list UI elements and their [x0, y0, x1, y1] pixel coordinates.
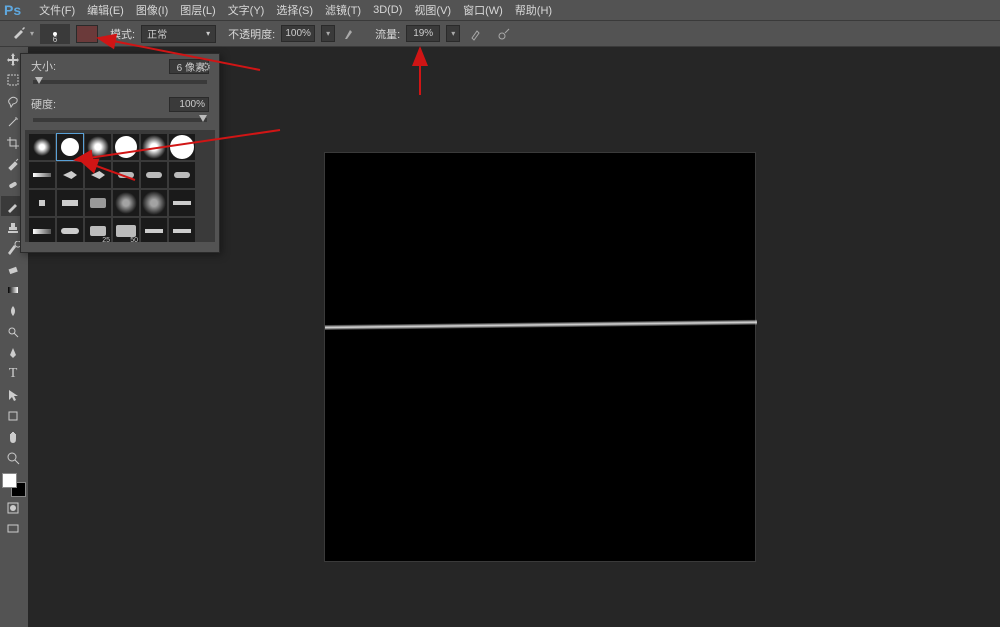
tool-path-select[interactable]: [1, 385, 25, 405]
brush-preset[interactable]: [169, 162, 195, 188]
brush-preset[interactable]: [57, 190, 83, 216]
brush-preset[interactable]: [141, 218, 167, 242]
hardness-slider[interactable]: [33, 118, 207, 122]
brush-preset[interactable]: [169, 218, 195, 242]
brush-preset[interactable]: 50: [113, 218, 139, 242]
brush-icon: [12, 25, 26, 42]
brush-preset[interactable]: [141, 162, 167, 188]
hardness-input[interactable]: 100%: [169, 97, 209, 112]
brush-preset[interactable]: [85, 134, 111, 160]
brush-preset[interactable]: [113, 190, 139, 216]
menu-view[interactable]: 视图(V): [414, 2, 451, 18]
size-label: 大小:: [31, 58, 56, 74]
gear-icon[interactable]: ⚙: [200, 60, 211, 74]
airbrush-icon[interactable]: [466, 25, 488, 43]
tool-type[interactable]: T: [1, 364, 25, 384]
tool-blur[interactable]: [1, 301, 25, 321]
canvas[interactable]: [324, 152, 756, 562]
brush-preset-panel: ⚙ 大小: 6 像素 硬度: 100% 25 50: [20, 53, 220, 253]
brush-preset[interactable]: [29, 134, 55, 160]
brush-preset[interactable]: [29, 190, 55, 216]
flow-dropdown[interactable]: ▾: [446, 25, 460, 42]
tool-pen[interactable]: [1, 343, 25, 363]
menu-image[interactable]: 图像(I): [136, 2, 168, 18]
brush-preset[interactable]: [29, 162, 55, 188]
menu-select[interactable]: 选择(S): [276, 2, 313, 18]
brush-preset[interactable]: [141, 134, 167, 160]
menu-edit[interactable]: 编辑(E): [87, 2, 124, 18]
opacity-value[interactable]: 100%: [281, 25, 315, 42]
menu-window[interactable]: 窗口(W): [463, 2, 503, 18]
screenmode-toggle[interactable]: [1, 519, 25, 539]
options-bar: ▾ 6 模式: 正常▾ 不透明度: 100% ▾ 流量: 19% ▾: [0, 20, 1000, 47]
brush-preset[interactable]: [169, 134, 195, 160]
pressure-size-icon[interactable]: [494, 25, 516, 43]
brush-preset[interactable]: [57, 218, 83, 242]
opacity-label: 不透明度:: [228, 26, 275, 42]
brush-preset[interactable]: [29, 218, 55, 242]
quickmask-toggle[interactable]: [1, 498, 25, 518]
menu-type[interactable]: 文字(Y): [228, 2, 265, 18]
opacity-dropdown[interactable]: ▾: [321, 25, 335, 42]
brush-preset[interactable]: [113, 134, 139, 160]
foreground-color-swatch[interactable]: [2, 473, 17, 488]
tool-eraser[interactable]: [1, 259, 25, 279]
menu-3d[interactable]: 3D(D): [373, 4, 402, 16]
hardness-label: 硬度:: [31, 96, 56, 112]
menu-bar: Ps 文件(F) 编辑(E) 图像(I) 图层(L) 文字(Y) 选择(S) 滤…: [0, 0, 1000, 20]
brush-preset[interactable]: [169, 190, 195, 216]
tool-shape[interactable]: [1, 406, 25, 426]
tool-dodge[interactable]: [1, 322, 25, 342]
menu-file[interactable]: 文件(F): [39, 2, 75, 18]
pressure-opacity-icon[interactable]: [341, 25, 363, 43]
mode-select[interactable]: 正常▾: [141, 25, 216, 43]
brush-preset-picker[interactable]: 6: [40, 24, 70, 44]
brush-preset[interactable]: 25: [85, 218, 111, 242]
menu-help[interactable]: 帮助(H): [515, 2, 552, 18]
menu-filter[interactable]: 滤镜(T): [325, 2, 361, 18]
brush-preset-grid: 25 50: [25, 130, 215, 242]
app-logo: Ps: [4, 2, 21, 18]
brush-preset[interactable]: [85, 162, 111, 188]
mode-label: 模式:: [110, 26, 135, 42]
brush-preset[interactable]: [57, 162, 83, 188]
brush-preset[interactable]: [85, 190, 111, 216]
current-tool-indicator[interactable]: ▾: [12, 25, 34, 42]
color-swatches[interactable]: [2, 473, 26, 497]
tool-hand[interactable]: [1, 427, 25, 447]
flow-value[interactable]: 19%: [406, 25, 440, 42]
flow-label: 流量:: [375, 26, 400, 42]
brush-preset[interactable]: [141, 190, 167, 216]
menu-layer[interactable]: 图层(L): [180, 2, 215, 18]
brush-preset[interactable]: [57, 134, 83, 160]
brush-preset[interactable]: [113, 162, 139, 188]
tool-gradient[interactable]: [1, 280, 25, 300]
brush-panel-toggle[interactable]: [76, 25, 98, 43]
drawn-stroke: [325, 320, 757, 330]
size-slider[interactable]: [33, 80, 207, 84]
tool-zoom[interactable]: [1, 448, 25, 468]
